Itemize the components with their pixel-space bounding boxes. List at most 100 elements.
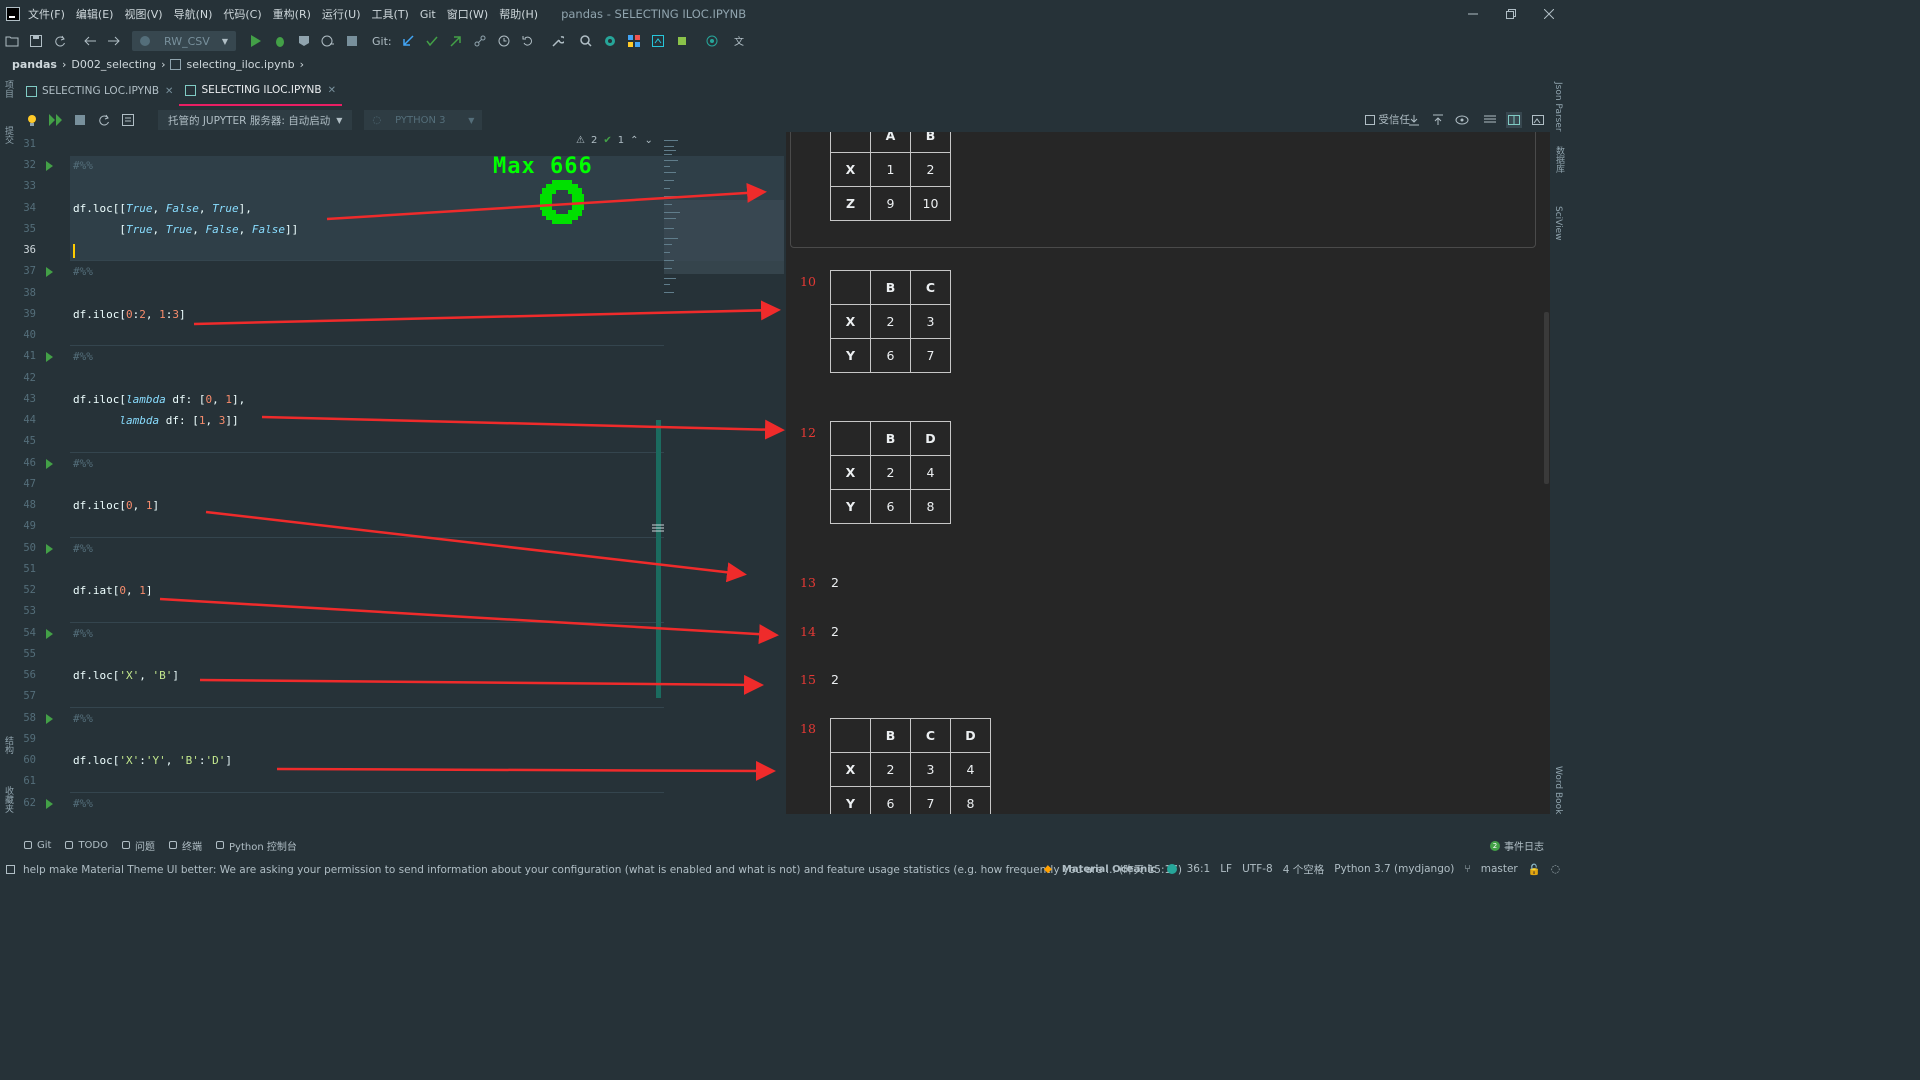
output-scrollbar[interactable] xyxy=(1544,312,1549,484)
close-tab-icon[interactable]: ✕ xyxy=(328,85,336,96)
kernel-select[interactable]: ◌ PYTHON 3 ▼ xyxy=(364,110,483,130)
trusted-checkbox[interactable] xyxy=(1364,114,1375,125)
git-commit-icon[interactable] xyxy=(424,33,440,49)
search-icon[interactable] xyxy=(578,33,594,49)
run-config-select[interactable]: RW_CSV ▼ xyxy=(132,31,236,51)
run-cell-icon[interactable] xyxy=(46,799,53,809)
menu-refactor[interactable]: 重构(R) xyxy=(273,6,311,22)
minimize-button[interactable] xyxy=(1454,0,1492,28)
terminal-tool-button[interactable]: 终端 xyxy=(169,838,202,853)
save-icon[interactable] xyxy=(28,33,44,49)
rollback-icon[interactable] xyxy=(520,33,536,49)
indent-setting[interactable]: 4 个空格 xyxy=(1283,862,1325,877)
variables-icon[interactable] xyxy=(120,112,136,128)
status-toggle-icon[interactable] xyxy=(6,864,15,874)
menu-tools[interactable]: 工具(T) xyxy=(372,6,409,22)
menu-file[interactable]: 文件(F) xyxy=(28,6,65,22)
python-console-tool-button[interactable]: Python 控制台 xyxy=(216,838,297,853)
git-push-icon[interactable] xyxy=(448,33,464,49)
database-tool-label[interactable]: 数据库 xyxy=(1553,146,1566,173)
database-icon[interactable] xyxy=(704,33,720,49)
menu-help[interactable]: 帮助(H) xyxy=(499,6,538,22)
menu-edit[interactable]: 编辑(E) xyxy=(76,6,114,22)
close-window-button[interactable] xyxy=(1530,0,1568,28)
restart-kernel-icon[interactable] xyxy=(96,112,112,128)
sync-icon[interactable] xyxy=(52,33,68,49)
run-cell-icon[interactable] xyxy=(46,629,53,639)
run-cell-icon[interactable] xyxy=(46,267,53,277)
eye-icon[interactable] xyxy=(1454,112,1470,128)
json-parser-tool-label[interactable]: Json Parser xyxy=(1553,82,1563,132)
translate-icon[interactable]: 文 xyxy=(732,33,748,49)
python-interpreter[interactable]: Python 3.7 (mydjango) xyxy=(1334,863,1454,875)
minimap[interactable] xyxy=(664,132,784,312)
lock-icon[interactable]: 🔓 xyxy=(1528,863,1541,876)
preview-only-icon[interactable] xyxy=(1530,112,1546,128)
status-message[interactable]: help make Material Theme UI better: We a… xyxy=(23,862,1182,877)
inspection-widget[interactable]: ⚠ 2 ✔ 1 ⌃ ⌄ xyxy=(576,135,653,146)
tab-selecting-loc[interactable]: SELECTING LOC.IPYNB ✕ xyxy=(20,76,179,106)
menu-code[interactable]: 代码(C) xyxy=(223,6,261,22)
code-editor[interactable]: ⚠ 2 ✔ 1 ⌃ ⌄ 31 32 33 34 35 36 37 38 39 4… xyxy=(20,132,784,814)
run-cell-icon[interactable] xyxy=(46,459,53,469)
upload-icon[interactable] xyxy=(1430,112,1446,128)
event-log-button[interactable]: 2 事件日志 xyxy=(1490,838,1544,853)
open-folder-icon[interactable] xyxy=(4,33,20,49)
run-all-icon[interactable] xyxy=(48,112,64,128)
editor-only-icon[interactable] xyxy=(1482,112,1498,128)
resize-handle-icon[interactable] xyxy=(650,522,666,534)
lightbulb-icon[interactable] xyxy=(24,112,40,128)
sciview-icon[interactable] xyxy=(650,33,666,49)
git-branch-icon[interactable] xyxy=(472,33,488,49)
forward-arrow-icon[interactable] xyxy=(106,33,122,49)
project-tool-label[interactable]: 项目 xyxy=(2,80,15,98)
problems-tool-button[interactable]: 问题 xyxy=(122,838,155,853)
structure-icon[interactable] xyxy=(626,33,642,49)
theme-name[interactable]: Material Oceanic xyxy=(1062,864,1157,875)
run-icon[interactable] xyxy=(248,33,264,49)
git-update-icon[interactable] xyxy=(400,33,416,49)
breadcrumb-folder[interactable]: D002_selecting xyxy=(71,58,156,71)
run-cell-icon[interactable] xyxy=(46,352,53,362)
close-tab-icon[interactable]: ✕ xyxy=(165,86,173,97)
cursor-position[interactable]: 36:1 xyxy=(1187,863,1211,875)
stop-icon[interactable] xyxy=(344,33,360,49)
tab-selecting-iloc[interactable]: SELECTING ILOC.IPYNB ✕ xyxy=(179,76,342,106)
chevron-up-icon[interactable]: ⌃ xyxy=(630,135,638,146)
structure-tool-label[interactable]: 结构 xyxy=(2,736,15,754)
file-encoding[interactable]: UTF-8 xyxy=(1242,863,1273,875)
run-cell-icon[interactable] xyxy=(46,544,53,554)
line-ending[interactable]: LF xyxy=(1220,863,1232,875)
sciview-tool-label[interactable]: SciView xyxy=(1553,206,1563,241)
coverage-icon[interactable] xyxy=(296,33,312,49)
git-branch[interactable]: master xyxy=(1481,863,1518,875)
favorites-tool-label[interactable]: 收藏夹 xyxy=(2,786,15,813)
notifications-icon[interactable]: ◌ xyxy=(1551,863,1560,875)
restore-button[interactable] xyxy=(1492,0,1530,28)
commit-tool-label[interactable]: 提交 xyxy=(2,126,15,144)
menu-navigate[interactable]: 导航(N) xyxy=(174,6,213,22)
inspect-icon[interactable] xyxy=(602,33,618,49)
wrench-icon[interactable] xyxy=(550,33,566,49)
breadcrumb-file[interactable]: selecting_iloc.ipynb xyxy=(186,58,294,71)
menu-git[interactable]: Git xyxy=(420,8,436,21)
menu-view[interactable]: 视图(V) xyxy=(124,6,162,22)
interrupt-kernel-icon[interactable] xyxy=(72,112,88,128)
run-cell-icon[interactable] xyxy=(46,161,53,171)
download-icon[interactable] xyxy=(1406,112,1422,128)
run-cell-icon[interactable] xyxy=(46,714,53,724)
split-view-icon[interactable] xyxy=(1506,112,1522,128)
debug-icon[interactable] xyxy=(272,33,288,49)
menu-run[interactable]: 运行(U) xyxy=(322,6,361,22)
profile-icon[interactable] xyxy=(320,33,336,49)
plugin-icon[interactable] xyxy=(674,33,690,49)
back-arrow-icon[interactable] xyxy=(82,33,98,49)
breadcrumb-project[interactable]: pandas xyxy=(12,58,57,71)
git-tool-button[interactable]: Git xyxy=(24,840,51,851)
todo-tool-button[interactable]: TODO xyxy=(65,840,108,851)
jupyter-server-select[interactable]: 托管的 JUPYTER 服务器: 自动启动 ▼ xyxy=(158,110,353,130)
menu-window[interactable]: 窗口(W) xyxy=(447,6,488,22)
chevron-down-icon[interactable]: ⌄ xyxy=(645,135,653,146)
history-icon[interactable] xyxy=(496,33,512,49)
word-book-tool-label[interactable]: Word Book xyxy=(1553,766,1563,814)
